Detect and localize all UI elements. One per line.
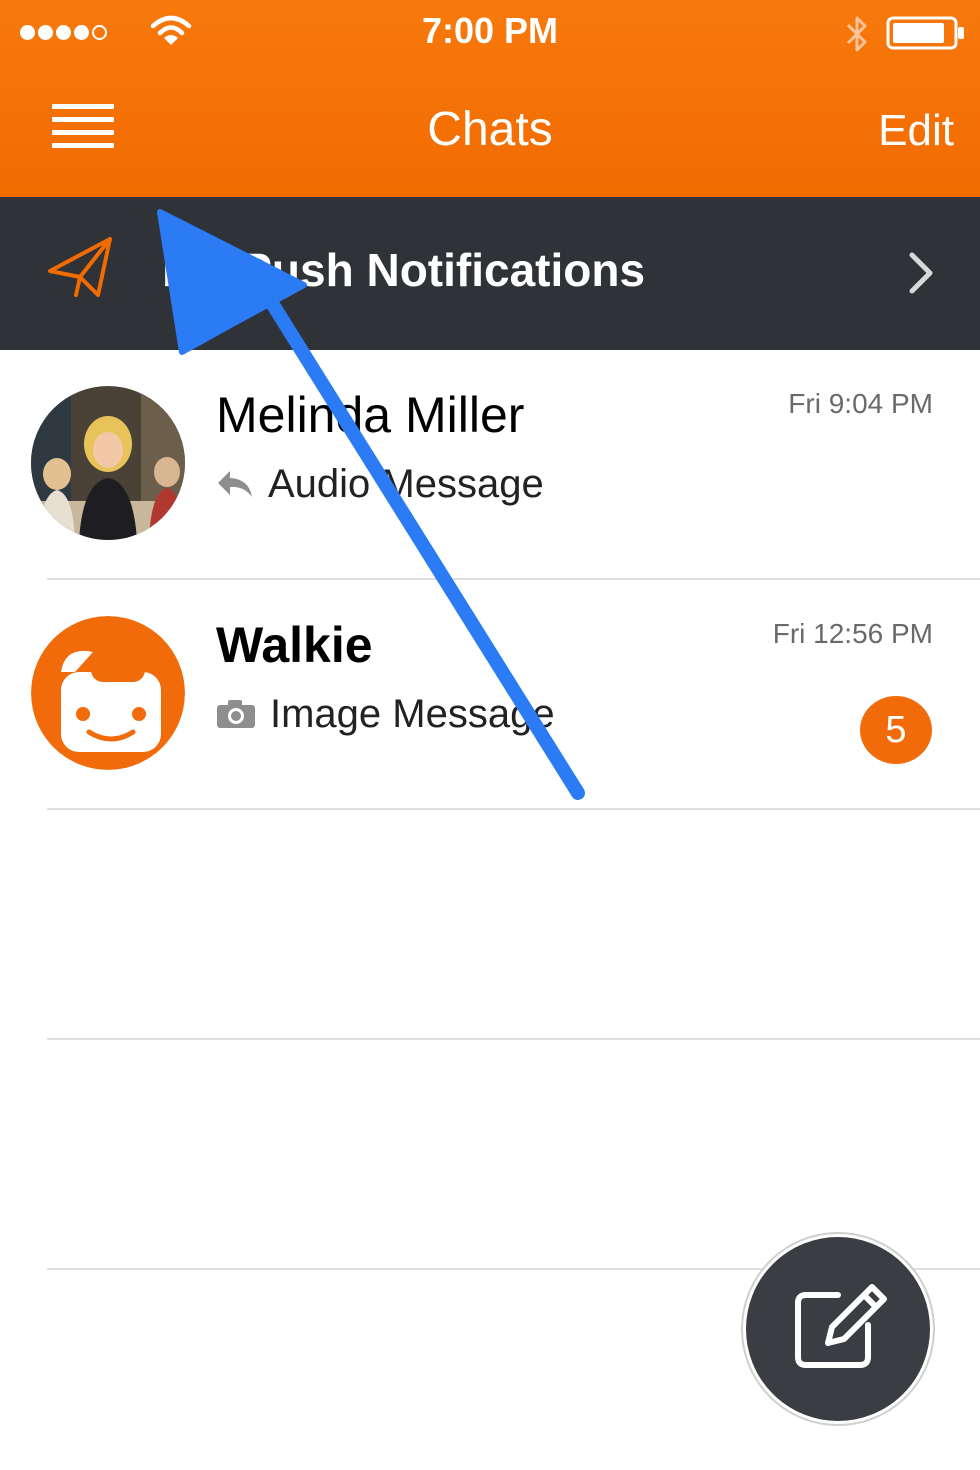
bluetooth-icon <box>846 16 867 52</box>
edit-button[interactable]: Edit <box>878 106 954 156</box>
avatar <box>31 386 185 540</box>
status-time: 7:00 PM <box>421 10 559 51</box>
chat-row-walkie[interactable]: Walkie Image Message Fri 12:56 PM 5 <box>0 580 980 810</box>
compose-button[interactable] <box>743 1234 933 1424</box>
chat-preview-text: Audio Message <box>268 461 544 506</box>
nav-bar: Chats Edit <box>0 66 980 197</box>
compose-icon <box>795 1284 887 1368</box>
chat-preview: Image Message <box>216 690 555 737</box>
banner-label: ble Push Notifications <box>162 244 646 296</box>
chat-preview-text: Image Message <box>270 691 555 736</box>
chat-time: Fri 12:56 PM <box>772 618 933 649</box>
enable-push-notifications-banner[interactable]: ble Push Notifications <box>0 197 980 350</box>
unread-badge: 5 <box>860 696 932 764</box>
divider <box>47 1038 980 1040</box>
chat-row-melinda[interactable]: Melinda Miller Audio Message Fri 9:04 PM <box>0 350 980 580</box>
camera-icon <box>217 700 255 729</box>
battery-icon <box>886 16 964 50</box>
chat-time: Fri 9:04 PM <box>788 388 933 419</box>
status-bar: 7:00 PM <box>0 0 980 66</box>
page-title: Chats <box>427 103 553 156</box>
top-bar: 7:00 PM Chats Edit <box>0 0 980 197</box>
paper-plane-icon <box>48 237 112 297</box>
chat-name: Walkie <box>216 617 373 673</box>
reply-arrow-icon <box>218 471 252 498</box>
chat-preview: Audio Message <box>216 460 544 507</box>
avatar <box>31 616 185 770</box>
divider <box>47 808 980 810</box>
chat-name: Melinda Miller <box>216 387 525 443</box>
chevron-right-icon <box>909 252 933 294</box>
